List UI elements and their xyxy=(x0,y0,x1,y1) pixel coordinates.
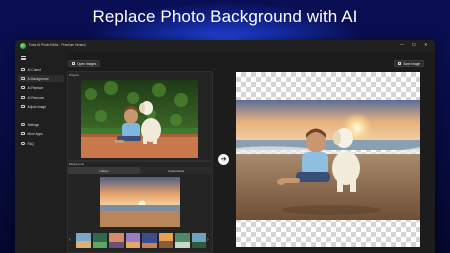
sidebar-item-ai-remover[interactable]: AI Remover xyxy=(18,94,64,101)
apply-arrow-icon[interactable]: ➔ xyxy=(218,154,229,165)
tab-customized[interactable]: Customized xyxy=(140,167,212,174)
sidebar-item-label: More Apps xyxy=(27,131,43,136)
thumbnail[interactable] xyxy=(191,233,206,248)
close-button[interactable]: ✕ xyxy=(424,42,428,48)
sidebar-item-label: FAQ xyxy=(27,141,34,146)
menu-icon[interactable] xyxy=(21,56,26,60)
sidebar-item-label: AI Remover xyxy=(27,95,45,100)
original-photo xyxy=(81,80,198,158)
sidebar-item-faq[interactable]: FAQ xyxy=(18,140,64,147)
page-headline: Replace Photo Background with AI xyxy=(92,7,358,26)
title-bar: Fotor AI Photo Editor - Premium Version … xyxy=(15,40,435,52)
sidebar-item-settings[interactable]: Settings xyxy=(18,121,64,128)
sidebar-item-adjust-image[interactable]: Adjust Image xyxy=(18,103,64,110)
sidebar-item-label: AI Background xyxy=(27,76,49,81)
background-thumbnails xyxy=(76,233,210,248)
background-icon xyxy=(21,76,25,81)
open-images-button[interactable]: Open Images xyxy=(68,60,101,67)
save-image-button[interactable]: Save Image xyxy=(394,60,425,67)
background-tabs: Library Customized xyxy=(68,167,212,174)
sidebar-item-more-apps[interactable]: More Apps xyxy=(18,130,64,137)
sidebar-item-label: Adjust Image xyxy=(27,104,47,109)
sidebar-item-ai-background[interactable]: AI Background xyxy=(18,75,64,82)
save-icon xyxy=(398,61,402,66)
thumbnail[interactable] xyxy=(76,233,91,248)
thumbs-prev-button[interactable]: ‹ xyxy=(69,237,71,243)
sidebar-item-label: AI Cutout xyxy=(27,67,41,72)
sidebar-item-label: AI Replace xyxy=(27,85,44,90)
open-images-label: Open Images xyxy=(77,61,97,66)
app-logo-icon xyxy=(20,43,26,49)
eraser-icon xyxy=(21,95,25,100)
background-label: Background xyxy=(69,162,84,166)
sidebar-item-ai-replace[interactable]: AI Replace xyxy=(18,84,64,91)
cutout-icon xyxy=(21,67,25,72)
result-canvas xyxy=(236,72,420,247)
sidebar xyxy=(15,52,67,253)
thumbnail[interactable] xyxy=(158,233,173,248)
maximize-button[interactable]: ☐ xyxy=(412,42,416,48)
thumbnail[interactable] xyxy=(125,233,140,248)
window-title: Fotor AI Photo Editor - Premium Version xyxy=(29,42,86,47)
background-preview xyxy=(100,177,180,227)
thumbnail[interactable] xyxy=(92,233,107,248)
save-image-label: Save Image xyxy=(403,61,421,66)
thumbnail[interactable] xyxy=(175,233,190,248)
thumbnail[interactable] xyxy=(142,233,157,248)
apps-icon xyxy=(21,131,25,136)
adjust-icon xyxy=(21,104,25,109)
sidebar-item-ai-cutout[interactable]: AI Cutout xyxy=(18,66,64,73)
help-icon xyxy=(21,141,25,146)
result-photo xyxy=(236,100,420,220)
minimize-button[interactable]: — xyxy=(400,42,404,48)
tab-library[interactable]: Library xyxy=(68,167,140,174)
sidebar-item-label: Settings xyxy=(27,122,40,127)
gear-icon xyxy=(21,122,25,127)
replace-icon xyxy=(21,85,25,90)
thumbnail[interactable] xyxy=(109,233,124,248)
original-label: Original xyxy=(69,73,79,77)
folder-icon xyxy=(72,61,76,66)
